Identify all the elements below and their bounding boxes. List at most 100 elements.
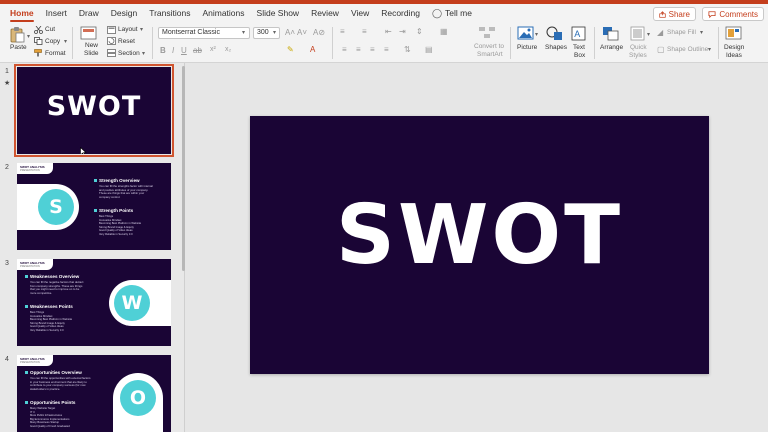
tab-view[interactable]: View: [345, 4, 375, 23]
increase-indent-icon[interactable]: ⇥: [399, 27, 406, 36]
strikethrough-icon[interactable]: ab: [193, 46, 202, 55]
font-size-chevron-icon[interactable]: ▾: [273, 29, 276, 36]
design-ideas-icon[interactable]: [725, 26, 742, 41]
thumbnail-tag-subtitle: PRESENTATION: [20, 361, 40, 364]
arrange-icon[interactable]: [602, 26, 619, 41]
new-slide-label-2[interactable]: Slide: [84, 50, 98, 57]
shape-outline-button[interactable]: Shape Outline: [667, 46, 708, 53]
shape-fill-icon[interactable]: ◢: [657, 28, 663, 37]
slide-number: 3: [5, 260, 9, 267]
paste-button[interactable]: Paste: [10, 44, 27, 51]
slide-thumbnail-3[interactable]: SWOT ANALYSIS PRESENTATION Weaknesses Ov…: [17, 259, 171, 346]
shapes-icon[interactable]: [546, 26, 563, 41]
format-painter-button[interactable]: Format: [45, 50, 66, 57]
comments-button[interactable]: Comments: [702, 7, 764, 21]
shape-fill-button[interactable]: Shape Fill: [667, 29, 696, 36]
align-text-icon[interactable]: ▤: [425, 45, 433, 54]
shape-fill-chevron-icon[interactable]: ▾: [700, 29, 703, 36]
shape-outline-chevron-icon[interactable]: ▾: [708, 46, 711, 53]
text-box-label-1[interactable]: Text: [573, 44, 585, 51]
cut-button[interactable]: Cut: [45, 26, 55, 33]
align-center-icon[interactable]: ≡: [356, 45, 361, 54]
justify-icon[interactable]: ≡: [384, 45, 389, 54]
format-painter-icon: [34, 49, 42, 57]
italic-icon[interactable]: I: [172, 46, 174, 55]
picture-icon[interactable]: [517, 26, 534, 41]
slide-thumbnail-4[interactable]: SWOT ANALYSIS PRESENTATION Opportunities…: [17, 355, 171, 432]
quick-styles-icon[interactable]: [630, 26, 645, 41]
tab-transitions[interactable]: Transitions: [143, 4, 196, 23]
font-name-chevron-icon[interactable]: ▾: [242, 29, 245, 36]
font-color-icon[interactable]: A: [310, 45, 315, 54]
arrange-button[interactable]: Arrange: [600, 44, 623, 51]
section-heading: Weaknesses Overview: [24, 274, 80, 279]
tab-insert[interactable]: Insert: [40, 4, 73, 23]
align-left-icon[interactable]: ≡: [342, 45, 347, 54]
section-heading: Strength Points: [93, 208, 134, 213]
underline-icon[interactable]: U: [181, 46, 187, 55]
tab-review[interactable]: Review: [305, 4, 345, 23]
smartart-icon[interactable]: [478, 26, 496, 39]
tell-me-search[interactable]: ◯ Tell me: [426, 4, 478, 23]
picture-dropdown-chevron-icon[interactable]: ▾: [535, 31, 538, 38]
slide-title-text[interactable]: SWOT: [250, 188, 709, 283]
decrease-font-icon[interactable]: A˅: [297, 28, 307, 37]
layout-icon: [107, 26, 116, 34]
columns-icon[interactable]: ▦: [440, 27, 448, 36]
slide-thumbnail-2[interactable]: SWOT ANALYSIS PRESENTATION S Strength Ov…: [17, 163, 171, 250]
bold-icon[interactable]: B: [160, 46, 166, 55]
tab-design[interactable]: Design: [105, 4, 143, 23]
ribbon-separator: [332, 27, 333, 59]
design-ideas-label-1[interactable]: Design: [724, 44, 744, 51]
shapes-button[interactable]: Shapes: [545, 44, 567, 51]
tab-slide-show[interactable]: Slide Show: [251, 4, 306, 23]
tab-home[interactable]: Home: [4, 4, 40, 23]
layout-dropdown-chevron-icon[interactable]: ▾: [140, 26, 143, 33]
convert-smartart-label-1[interactable]: Convert to: [474, 43, 504, 50]
copy-button[interactable]: Copy: [45, 38, 60, 45]
thumbnail-title: SWOT: [46, 91, 142, 122]
picture-button[interactable]: Picture: [517, 44, 537, 51]
text-box-label-2[interactable]: Box: [574, 52, 585, 59]
superscript-icon[interactable]: x²: [210, 46, 216, 53]
highlight-icon[interactable]: ✎: [287, 45, 294, 54]
tab-animations[interactable]: Animations: [196, 4, 250, 23]
thumbnail-scrollbar[interactable]: [182, 66, 185, 271]
numbering-icon[interactable]: ≡: [362, 27, 367, 36]
share-button[interactable]: Share: [652, 7, 696, 21]
new-slide-icon[interactable]: [80, 26, 97, 41]
scissors-icon: [34, 26, 43, 34]
layout-button[interactable]: Layout: [118, 26, 138, 33]
reset-button[interactable]: Reset: [118, 38, 135, 45]
align-right-icon[interactable]: ≡: [370, 45, 375, 54]
quick-styles-label-1[interactable]: Quick: [630, 44, 647, 51]
convert-smartart-label-2[interactable]: SmartArt: [477, 51, 503, 58]
slide-thumbnail-1[interactable]: SWOT: [14, 64, 174, 157]
tab-recording[interactable]: Recording: [375, 4, 426, 23]
decrease-indent-icon[interactable]: ⇤: [385, 27, 392, 36]
subscript-icon[interactable]: x₂: [225, 46, 231, 53]
paste-dropdown-chevron-icon[interactable]: ▾: [27, 33, 30, 40]
current-slide-canvas[interactable]: SWOT: [250, 116, 709, 374]
paste-icon[interactable]: [9, 26, 26, 43]
share-label: Share: [668, 9, 690, 19]
new-slide-label-1[interactable]: New: [85, 42, 98, 49]
text-box-icon[interactable]: A: [571, 26, 586, 41]
line-spacing-icon[interactable]: ⇕: [416, 27, 423, 36]
font-name-select[interactable]: Montserrat Classic: [158, 27, 250, 39]
section-button[interactable]: Section: [118, 50, 140, 57]
tab-draw[interactable]: Draw: [73, 4, 105, 23]
design-ideas-label-2[interactable]: Ideas: [726, 52, 742, 59]
quick-styles-chevron-icon[interactable]: ▾: [647, 31, 650, 38]
copy-dropdown-chevron-icon[interactable]: ▾: [64, 38, 67, 45]
quick-styles-label-2[interactable]: Styles: [629, 52, 647, 59]
section-dropdown-chevron-icon[interactable]: ▾: [142, 50, 145, 57]
bullets-icon[interactable]: ≡: [340, 27, 345, 36]
increase-font-icon[interactable]: A˄: [285, 28, 295, 37]
letter-circle: O: [120, 380, 156, 416]
mouse-cursor-icon: [80, 147, 87, 154]
section-heading: Opportunities Points: [24, 400, 76, 405]
clear-format-icon[interactable]: A⊘: [313, 28, 325, 37]
text-direction-icon[interactable]: ⇅: [404, 45, 411, 54]
shape-outline-icon[interactable]: ▢: [657, 45, 665, 54]
